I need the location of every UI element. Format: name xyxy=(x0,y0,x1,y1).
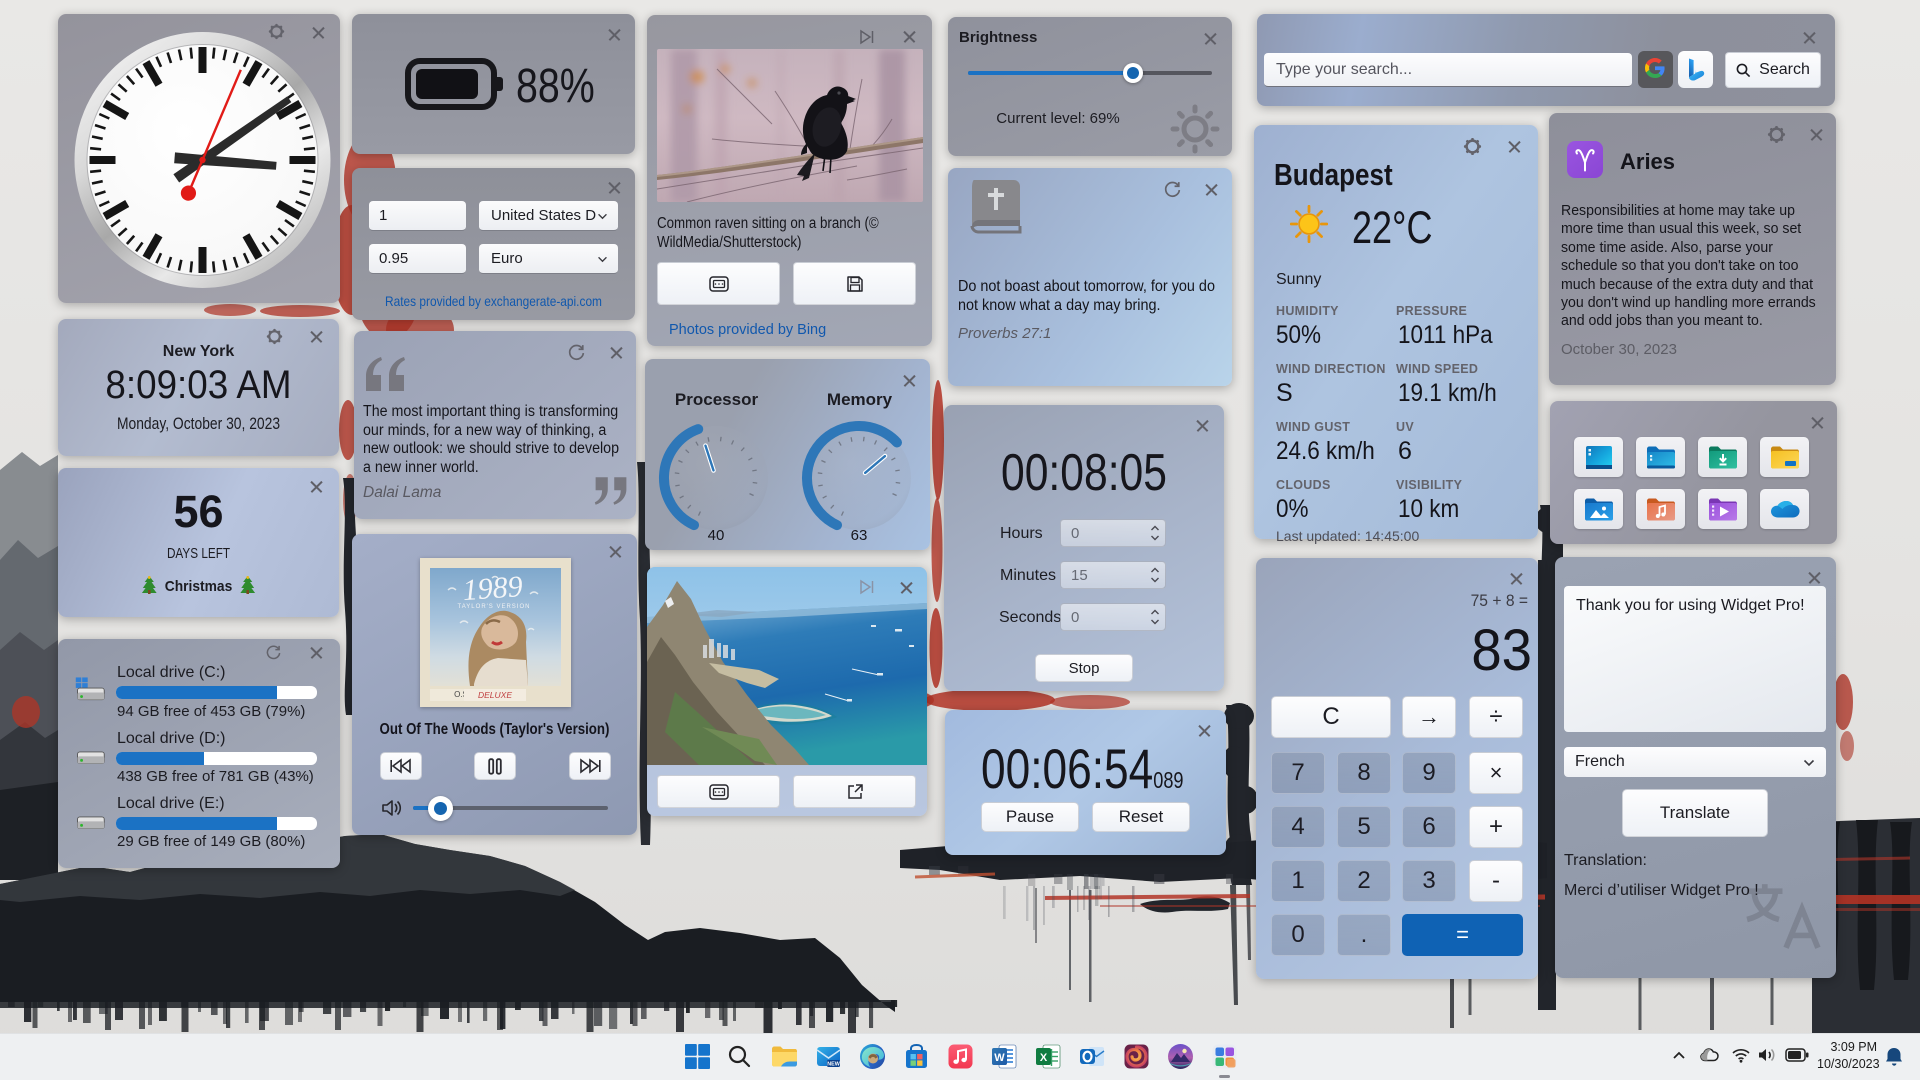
svg-text:1989: 1989 xyxy=(462,570,524,607)
svg-text:DELUXE: DELUXE xyxy=(478,690,512,700)
svg-text:NEW: NEW xyxy=(827,1062,840,1068)
svg-text:TAYLOR'S VERSION: TAYLOR'S VERSION xyxy=(458,604,531,610)
svg-text:63: 63 xyxy=(851,527,868,544)
svg-text:X: X xyxy=(1040,1052,1048,1064)
svg-text:W: W xyxy=(994,1052,1005,1064)
svg-text:40: 40 xyxy=(708,527,725,544)
